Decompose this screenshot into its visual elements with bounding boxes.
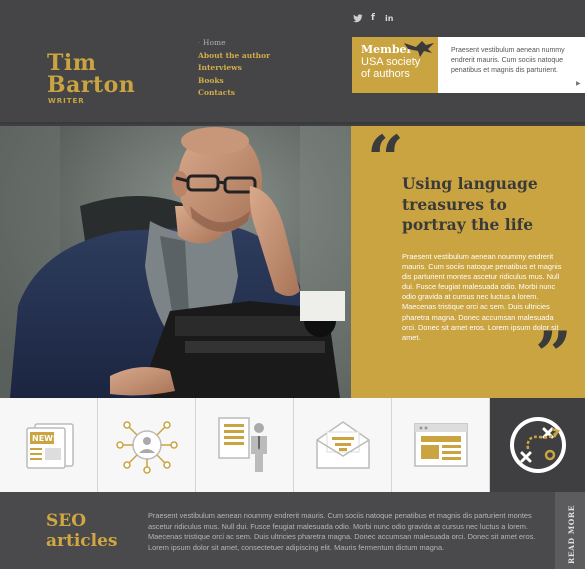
quote-panel: “ Using language treasures to portray th… bbox=[351, 126, 585, 398]
twitter-icon[interactable] bbox=[353, 14, 363, 26]
news-icon: NEWS bbox=[25, 423, 74, 469]
feature-icons-row: NEWS bbox=[0, 398, 585, 492]
member-badge[interactable]: Member USA society of authors bbox=[352, 37, 438, 93]
facebook-icon[interactable]: f bbox=[371, 13, 375, 23]
network-icon bbox=[115, 421, 178, 474]
strategy-icon bbox=[509, 417, 566, 473]
main-nav: · Home About the author Interviews Books … bbox=[198, 37, 270, 100]
member-subtitle-2: of authors bbox=[361, 68, 410, 80]
quote-heading: Using language treasures to portray the … bbox=[402, 174, 538, 234]
network-tile[interactable] bbox=[98, 398, 196, 492]
news-tile[interactable]: NEWS bbox=[0, 398, 98, 492]
close-quote-icon: ” bbox=[535, 318, 572, 393]
author-photo-illustration bbox=[0, 126, 351, 398]
logo-subtitle: WRITER bbox=[48, 97, 85, 105]
nav-item-label: Home bbox=[202, 38, 226, 47]
read-more-label: READ MORE bbox=[567, 504, 576, 564]
nav-item-about[interactable]: About the author bbox=[198, 50, 270, 63]
envelope-icon bbox=[315, 421, 370, 469]
read-more-button[interactable]: READ MORE bbox=[555, 492, 585, 569]
logo-last-name[interactable]: Barton bbox=[47, 72, 135, 98]
seo-heading: SEO articles bbox=[46, 511, 117, 551]
seo-heading-line1: SEO bbox=[46, 511, 87, 531]
document-person-icon bbox=[217, 417, 267, 472]
browser-window-tile[interactable] bbox=[392, 398, 490, 492]
nav-item-home[interactable]: · Home bbox=[198, 37, 270, 50]
news-label: NEWS bbox=[32, 434, 59, 443]
browser-window-icon bbox=[413, 423, 468, 467]
member-description: Praesent vestibulum aenean nummy endreri… bbox=[438, 37, 585, 93]
seo-body-text: Praesent vestibulum aenean noummy endrer… bbox=[148, 511, 536, 552]
author-photo bbox=[0, 126, 351, 398]
nav-item-contacts[interactable]: Contacts bbox=[198, 87, 270, 100]
nav-item-books[interactable]: Books bbox=[198, 75, 270, 88]
nav-item-interviews[interactable]: Interviews bbox=[198, 62, 270, 75]
open-quote-icon: “ bbox=[367, 122, 404, 197]
nav-bullet: · bbox=[198, 40, 200, 47]
strategy-tile[interactable] bbox=[490, 398, 585, 492]
document-person-tile[interactable] bbox=[196, 398, 294, 492]
linkedin-icon[interactable]: in bbox=[385, 14, 393, 23]
next-arrow-icon[interactable]: ▶ bbox=[576, 80, 581, 87]
envelope-tile[interactable] bbox=[294, 398, 392, 492]
seo-heading-line2: articles bbox=[46, 531, 118, 551]
eagle-icon bbox=[404, 41, 434, 57]
